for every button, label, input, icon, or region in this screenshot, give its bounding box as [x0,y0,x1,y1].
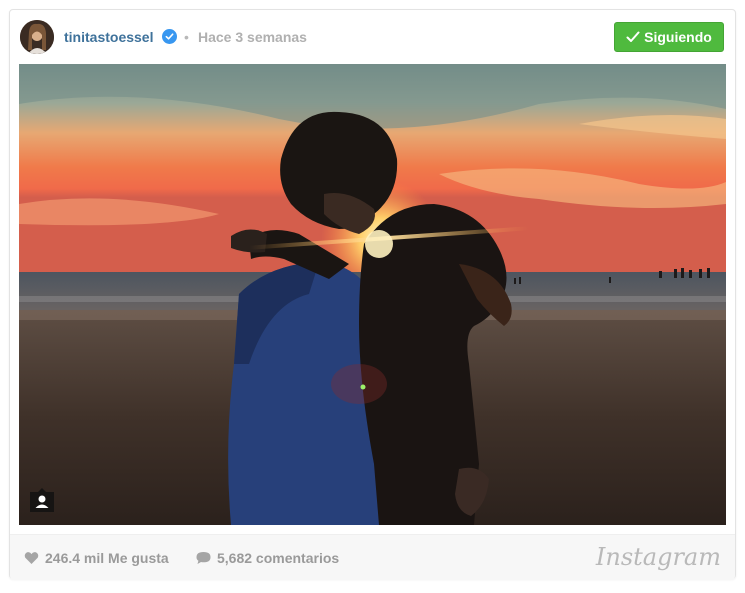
separator-dot: • [184,29,189,45]
likes-label: 246.4 mil Me gusta [45,550,169,566]
sunset-beach-photo [19,64,726,525]
avatar[interactable] [20,20,54,54]
post-card: tinitastoessel • Hace 3 semanas Siguiend… [9,9,736,580]
instagram-logo[interactable]: Instagram [596,543,721,571]
following-button[interactable]: Siguiendo [614,22,724,52]
post-header: tinitastoessel • Hace 3 semanas Siguiend… [10,10,735,64]
user-tag-icon[interactable] [29,487,55,513]
post-photo[interactable] [19,64,726,525]
following-button-label: Siguiendo [644,29,712,45]
post-footer: 246.4 mil Me gusta 5,682 comentarios Ins… [10,534,735,580]
comments-label: 5,682 comentarios [217,550,340,566]
check-icon [626,31,640,42]
username-link[interactable]: tinitastoessel [64,29,153,45]
verified-badge-icon [162,29,177,44]
likes-count[interactable]: 246.4 mil Me gusta [24,550,169,566]
post-timestamp[interactable]: Hace 3 semanas [198,29,307,45]
comments-count[interactable]: 5,682 comentarios [196,550,339,566]
heart-icon [24,552,39,564]
comment-bubble-icon [196,552,211,564]
